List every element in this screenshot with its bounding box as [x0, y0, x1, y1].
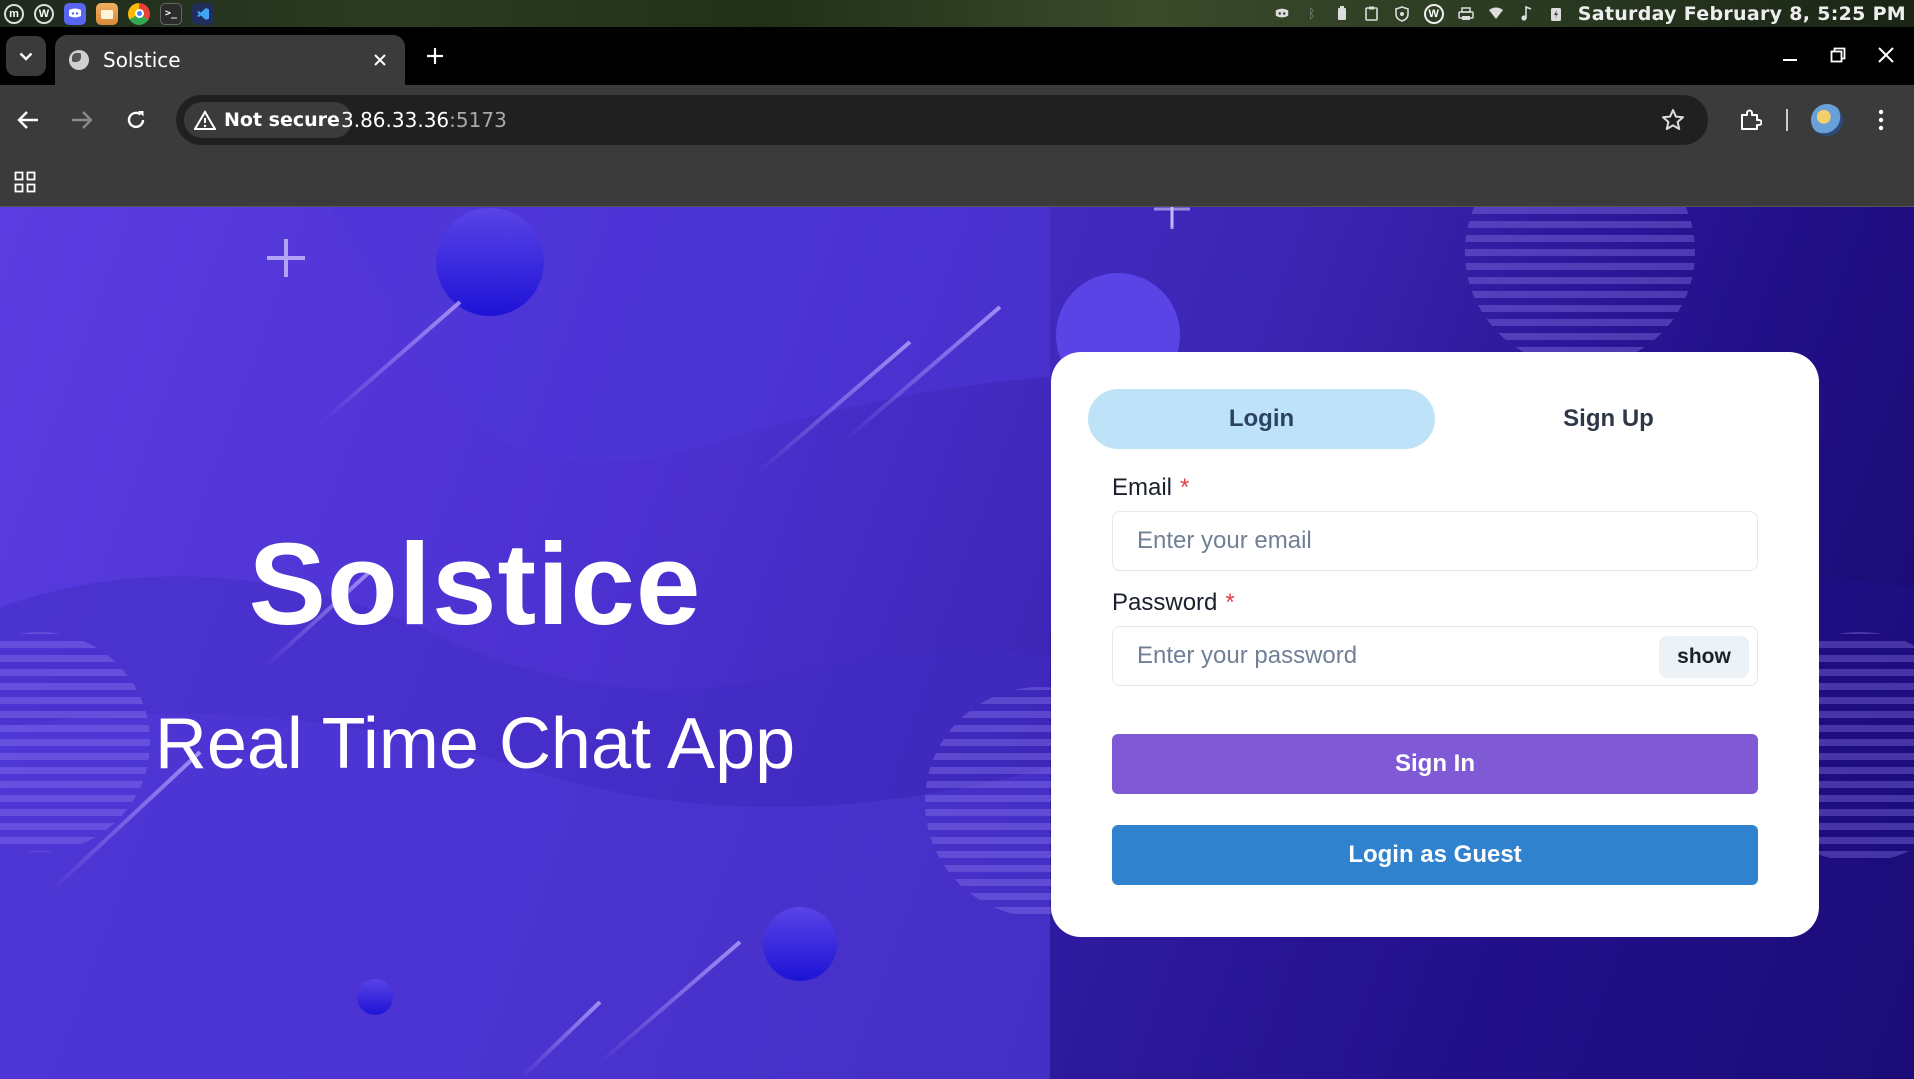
email-field[interactable]: [1113, 512, 1757, 570]
reload-icon: [127, 111, 145, 129]
browser-tab-strip: Solstice: [0, 27, 1914, 85]
required-mark: *: [1180, 474, 1190, 501]
volume-icon[interactable]: [1518, 6, 1534, 22]
guest-login-button[interactable]: Login as Guest: [1112, 825, 1758, 885]
terminal-icon[interactable]: >_: [160, 2, 182, 25]
restore-button[interactable]: [1818, 35, 1858, 75]
show-password-button[interactable]: show: [1659, 636, 1749, 678]
back-button[interactable]: [8, 100, 48, 140]
close-icon: [1878, 47, 1894, 63]
page-viewport: Solstice Real Time Chat App Login Sign U…: [0, 207, 1914, 1079]
w-app-icon[interactable]: W: [34, 3, 54, 24]
arrow-right-icon: [72, 111, 93, 129]
chevron-down-icon: [19, 52, 33, 61]
password-field-container: show: [1112, 626, 1758, 686]
bluetooth-icon[interactable]: ᛒ: [1304, 6, 1320, 22]
tab-title: Solstice: [103, 48, 181, 72]
os-launcher: m W >_: [0, 2, 214, 25]
clock[interactable]: Saturday February 8, 5:25 PM: [1578, 3, 1906, 25]
password-label-text: Password: [1112, 589, 1218, 616]
hero-title: Solstice: [248, 519, 702, 649]
password-label: Password *: [1112, 589, 1235, 617]
printer-icon[interactable]: [1457, 6, 1474, 22]
reload-button[interactable]: [116, 100, 156, 140]
w-tray-icon[interactable]: W: [1423, 3, 1444, 24]
required-mark: *: [1225, 589, 1235, 616]
email-label-text: Email: [1112, 474, 1173, 501]
clipboard-icon[interactable]: [1364, 6, 1380, 22]
plus-icon: [427, 48, 443, 64]
close-icon: [374, 54, 386, 66]
tab-sign-up[interactable]: Sign Up: [1435, 389, 1782, 449]
browser-menu-button[interactable]: [1866, 100, 1896, 140]
globe-icon: [69, 50, 89, 70]
security-label: Not secure: [224, 109, 340, 131]
wifi-icon[interactable]: [1488, 6, 1504, 22]
email-field-container: [1112, 511, 1758, 571]
address-bar[interactable]: Not secure 3.86.33.36:5173: [176, 95, 1708, 145]
close-window-button[interactable]: [1866, 35, 1906, 75]
arrow-left-icon: [17, 111, 38, 129]
url-host: 3.86.33.36: [341, 108, 450, 132]
plus-mark: [1154, 207, 1190, 227]
browser-toolbar: Not secure 3.86.33.36:5173: [0, 85, 1914, 155]
discord-icon[interactable]: [64, 2, 86, 25]
hero-subtitle: Real Time Chat App: [154, 704, 796, 784]
apps-grid-icon: [14, 171, 36, 193]
files-icon[interactable]: [96, 2, 118, 25]
chrome-icon[interactable]: [128, 2, 150, 25]
vscode-icon[interactable]: [192, 2, 214, 25]
tab-close-button[interactable]: [367, 47, 393, 73]
wave-upper: [330, 207, 1050, 463]
forward-button[interactable]: [62, 100, 102, 140]
browser-tab-active[interactable]: Solstice: [55, 35, 405, 85]
profile-avatar[interactable]: [1811, 104, 1843, 136]
orb: [436, 208, 544, 316]
toolbar-divider: [1786, 109, 1788, 131]
battery-icon[interactable]: [1334, 6, 1350, 22]
bookmarks-bar: [0, 155, 1914, 207]
star-icon: [1662, 109, 1684, 130]
url-port: :5173: [449, 108, 507, 132]
shield-icon[interactable]: [1394, 5, 1410, 22]
sign-in-button[interactable]: Sign In: [1112, 734, 1758, 794]
striped-circle: [1465, 207, 1695, 367]
tab-search-button[interactable]: [6, 36, 46, 76]
kebab-menu-icon: [1878, 109, 1884, 131]
url-text[interactable]: 3.86.33.36:5173: [341, 108, 507, 132]
restore-icon: [1830, 47, 1846, 63]
bookmark-star-button[interactable]: [1658, 105, 1688, 135]
plus-mark: [267, 239, 305, 277]
auth-card: Login Sign Up Email * Password * show Sign…: [1051, 352, 1819, 937]
warning-icon: [194, 110, 216, 130]
orb: [763, 907, 837, 981]
os-top-panel: m W >_ ᛒ W Saturday February 8, 5:25 PM: [0, 0, 1914, 27]
system-tray: ᛒ W Saturday February 8, 5:25 PM: [1274, 0, 1906, 27]
puzzle-icon: [1741, 109, 1762, 130]
minimize-icon: [1783, 59, 1797, 61]
email-label: Email *: [1112, 474, 1189, 502]
tab-login[interactable]: Login: [1088, 389, 1435, 449]
discord-tray-icon[interactable]: [1274, 6, 1290, 22]
security-chip[interactable]: Not secure: [184, 102, 352, 138]
mint-menu-icon[interactable]: m: [4, 3, 24, 24]
apps-button[interactable]: [10, 167, 40, 197]
auth-tabs: Login Sign Up: [1088, 389, 1782, 449]
new-tab-button[interactable]: [418, 39, 452, 73]
power-icon[interactable]: [1548, 6, 1564, 22]
extensions-button[interactable]: [1730, 100, 1770, 140]
minimize-button[interactable]: [1770, 35, 1810, 75]
orb: [357, 979, 393, 1015]
